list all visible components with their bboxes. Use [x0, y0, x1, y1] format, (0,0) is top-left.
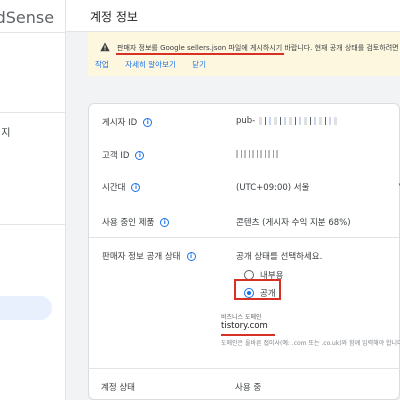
- domain-input[interactable]: tistory.com: [221, 321, 268, 331]
- banner-actions: 작업 자세히 알아보기 닫기: [95, 59, 220, 70]
- account-status-label: 계정 상태: [101, 383, 135, 393]
- seller-visibility-label: 판매자 정보 공개 상태 i: [102, 250, 196, 262]
- highlight-underline: [116, 53, 284, 55]
- seller-visibility-prompt: 공개 상태를 선택하세요.: [236, 252, 323, 262]
- customer-id-value: [236, 149, 278, 159]
- info-icon[interactable]: i: [131, 183, 141, 192]
- card-divider: [89, 237, 399, 238]
- warning-icon: [100, 42, 110, 52]
- account-info-card: 게시자 ID i pub- 고객 ID i 시간대 i (UTC+09:00) 서울 …: [88, 103, 400, 400]
- sidebar-item-active[interactable]: [0, 296, 52, 320]
- learn-more-link[interactable]: 자세히 알아보기: [125, 60, 176, 69]
- sidebar-item-label[interactable]: 시지: [0, 124, 10, 139]
- sidebar-divider: [0, 112, 65, 113]
- top-bar: 계정 정보: [66, 0, 400, 32]
- product-value: 콘텐츠 (게시자 수익 지분 68%): [236, 218, 351, 228]
- redacted-value: [236, 149, 278, 158]
- domain-field-label: 비즈니스 도메인: [221, 314, 262, 321]
- highlight-box: [234, 279, 281, 300]
- product-label: 사용 중인 제품 i: [102, 216, 170, 228]
- customer-id-label: 고객 ID i: [102, 149, 145, 161]
- redacted-value: [259, 116, 338, 125]
- brand-logo-text: e AdSense: [0, 8, 55, 27]
- account-status-value: 사용 중: [235, 383, 262, 393]
- sidebar-divider: [0, 32, 65, 33]
- highlight-underline: [221, 334, 275, 336]
- info-icon[interactable]: i: [186, 252, 196, 261]
- card-divider: [88, 368, 400, 369]
- domain-help-text: 도메인은 올바른 접미사(예: .com 또는 .co.uk)와 함께 입력해야…: [221, 340, 400, 347]
- sidebar: e AdSense 시지: [0, 0, 66, 400]
- banner-action-button[interactable]: 작업: [95, 60, 109, 69]
- info-icon[interactable]: i: [143, 118, 153, 127]
- publisher-id-label: 게시자 ID i: [102, 116, 153, 128]
- timezone-select[interactable]: (UTC+09:00) 서울 ▼: [236, 181, 400, 193]
- sidebar-divider: [0, 224, 65, 225]
- info-icon[interactable]: i: [160, 218, 170, 227]
- timezone-label: 시간대 i: [102, 181, 141, 193]
- info-icon[interactable]: i: [135, 151, 145, 160]
- page-title: 계정 정보: [90, 10, 138, 24]
- publisher-id-value: pub-: [236, 116, 338, 126]
- dismiss-button[interactable]: 닫기: [192, 60, 206, 69]
- banner-message: 판매자 정보를 Google sellers.json 파일에 게시하시기 바랍…: [117, 44, 400, 52]
- main-content: 계정 정보 판매자 정보를 Google sellers.json 파일에 게시…: [66, 0, 400, 400]
